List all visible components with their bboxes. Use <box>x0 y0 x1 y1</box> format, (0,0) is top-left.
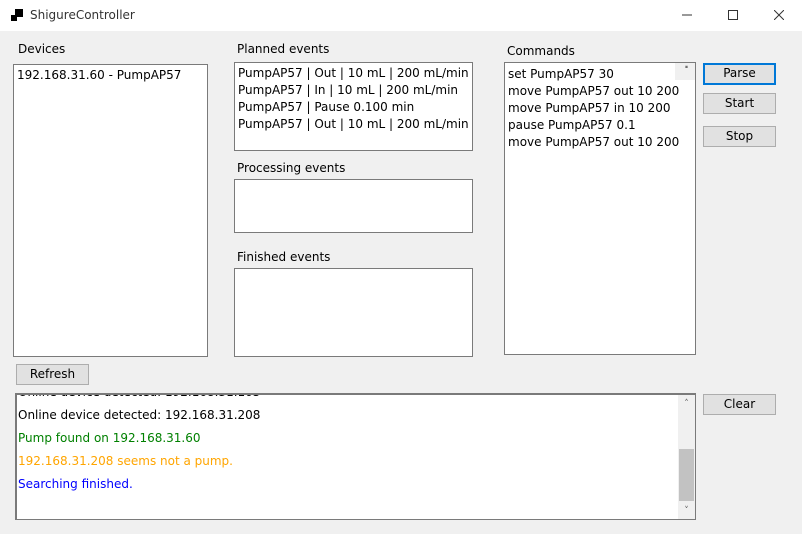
devices-label: Devices <box>18 42 66 56</box>
log-line: 192.168.31.208 seems not a pump. <box>18 454 233 468</box>
log-scrollbar[interactable]: ˄ ˅ <box>678 395 695 519</box>
start-button[interactable]: Start <box>703 93 776 114</box>
command-line: set PumpAP57 30 <box>508 67 614 81</box>
log-textbox[interactable]: Online device detected: 192.168.31.105 On… <box>15 393 696 520</box>
maximize-button[interactable] <box>710 0 756 30</box>
scroll-thumb[interactable] <box>679 449 694 501</box>
scroll-up-icon[interactable]: ˄ <box>678 395 695 412</box>
finished-events-list[interactable] <box>234 268 473 357</box>
processing-events-label: Processing events <box>237 161 346 175</box>
commands-label: Commands <box>507 44 575 58</box>
list-item[interactable]: PumpAP57 | Out | 10 mL | 200 mL/min <box>235 65 472 82</box>
commands-textbox[interactable]: set PumpAP57 30 move PumpAP57 out 10 200… <box>504 62 696 355</box>
minimize-button[interactable] <box>664 0 710 30</box>
list-item[interactable]: PumpAP57 | Out | 10 mL | 200 mL/min <box>235 116 472 133</box>
log-line: Pump found on 192.168.31.60 <box>18 431 201 445</box>
title-bar[interactable]: ShigureController <box>0 0 802 32</box>
log-line: Searching finished. <box>18 477 133 491</box>
parse-button[interactable]: Parse <box>703 63 776 85</box>
commands-scrollbar[interactable]: ˄ ˅ <box>675 63 695 80</box>
minimize-icon <box>682 14 692 16</box>
scroll-down-icon[interactable]: ˅ <box>678 502 695 519</box>
refresh-button[interactable]: Refresh <box>16 364 89 385</box>
list-item[interactable]: PumpAP57 | In | 10 mL | 200 mL/min <box>235 82 472 99</box>
planned-events-list[interactable]: PumpAP57 | Out | 10 mL | 200 mL/min Pump… <box>234 62 473 151</box>
command-line: move PumpAP57 out 10 200 <box>508 135 680 149</box>
clear-button[interactable]: Clear <box>703 394 776 415</box>
command-line: pause PumpAP57 0.1 <box>508 118 636 132</box>
scroll-down-icon[interactable]: ˅ <box>675 63 695 80</box>
log-line: Online device detected: 192.168.31.208 <box>18 408 261 422</box>
window-title: ShigureController <box>30 8 135 22</box>
stop-button[interactable]: Stop <box>703 126 776 147</box>
log-lines: Online device detected: 192.168.31.105 On… <box>18 395 668 496</box>
finished-events-label: Finished events <box>237 250 331 264</box>
planned-events-label: Planned events <box>237 42 330 56</box>
processing-events-list[interactable] <box>234 179 473 233</box>
devices-list[interactable]: 192.168.31.60 - PumpAP57 <box>13 64 208 357</box>
close-button[interactable] <box>756 0 802 30</box>
command-line: move PumpAP57 out 10 200 <box>508 84 680 98</box>
maximize-icon <box>728 10 738 20</box>
close-icon <box>774 10 784 20</box>
log-line: Online device detected: 192.168.31.105 <box>18 395 668 404</box>
command-line: move PumpAP57 in 10 200 <box>508 101 671 115</box>
list-item[interactable]: 192.168.31.60 - PumpAP57 <box>14 67 207 84</box>
app-icon <box>11 9 23 21</box>
list-item[interactable]: PumpAP57 | Pause 0.100 min <box>235 99 472 116</box>
